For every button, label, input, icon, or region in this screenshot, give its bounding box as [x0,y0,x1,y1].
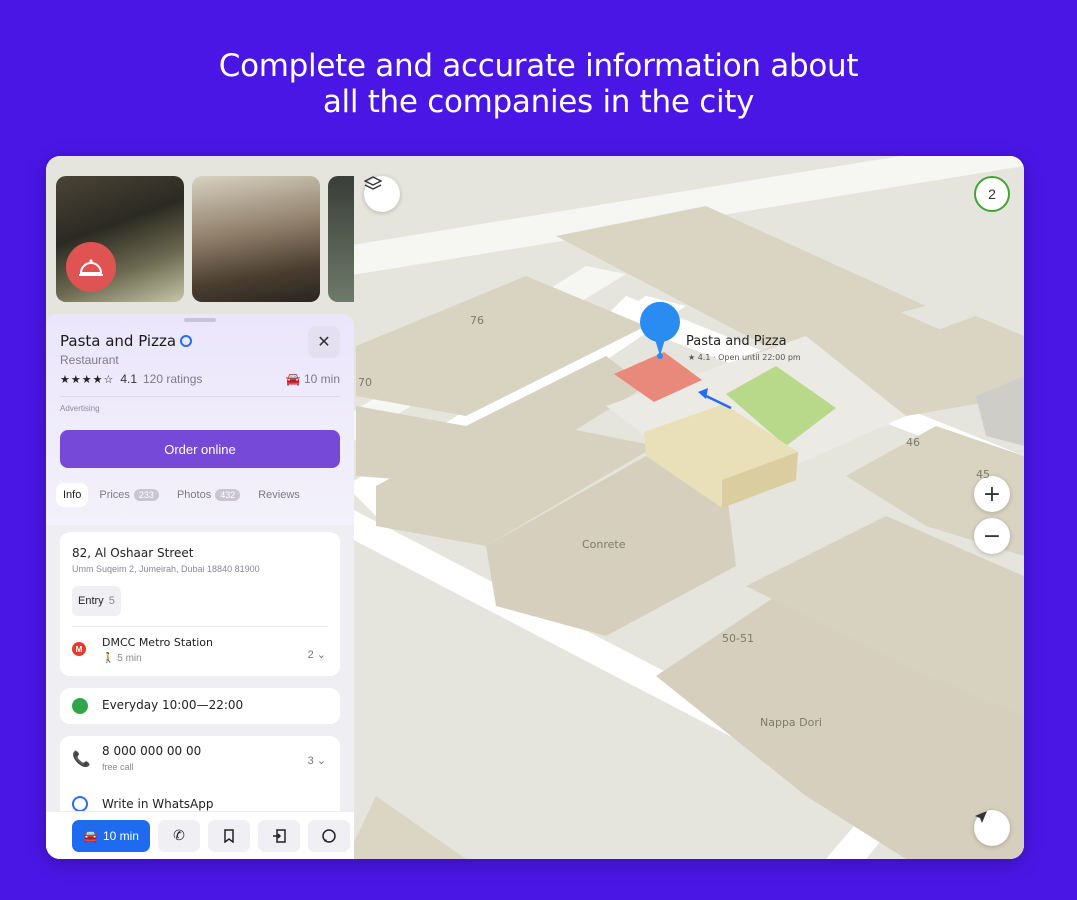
tab-reviews[interactable]: Reviews [251,483,307,507]
place-panel: Pasta and Pizza Restaurant ✕ ★★★★☆ 4.1 1… [46,156,354,859]
close-button[interactable]: ✕ [308,326,340,358]
walk-icon: 🚶 [102,653,115,664]
whatsapp-icon [322,828,336,843]
tab-label: Info [63,489,82,501]
metro-walk-time: 🚶 5 min [102,653,142,664]
metro-icon: M [72,642,86,656]
address[interactable]: 82, Al Oshaar Street [72,546,193,560]
chevron-down-icon: ⌄ [316,755,326,767]
tab-prices[interactable]: Prices 233 [92,483,166,507]
map-label: 76 [470,314,484,327]
whatsapp-button[interactable] [308,819,350,852]
rating-value: 4.1 [120,372,137,386]
divider [60,396,340,397]
route-time: 10 min [102,828,139,843]
bookmark-button[interactable] [208,819,250,852]
entrance-icon [273,828,286,843]
chevron-down-icon: ⌄ [316,649,326,661]
metro-more[interactable]: 2 ⌄ [308,648,326,661]
phone-count: 3 [307,755,314,767]
tab-photos[interactable]: Photos 432 [170,483,247,507]
metro-station[interactable]: DMCC Metro Station [102,636,213,649]
restaurant-icon [66,242,116,292]
phone-note: free call [102,762,134,772]
poi-name[interactable]: Pasta and Pizza [686,334,787,349]
tab-count: 233 [133,489,159,501]
place-title: Pasta and Pizza [60,332,193,350]
tab-bar: Info Prices 233 Photos 432 Reviews [56,480,307,510]
tab-label: Photos [176,489,212,501]
car-icon: 🚘 [83,828,98,843]
tab-label: Prices [99,489,130,501]
drive-time: 🚘 10 min [286,372,340,386]
tab-label: Reviews [258,489,300,501]
app-window: 2 + − 76 70 46 45 Conrete 50-51 Nappa Do… [46,156,1024,859]
headline: Complete and accurate information about … [0,48,1077,120]
hours-box[interactable]: Everyday 10:00—22:00 [60,688,340,724]
ratings-count: 120 ratings [143,372,203,386]
place-title-text: Pasta and Pizza [60,332,177,350]
metro-walk-value: 5 min [117,653,142,664]
poi-subtitle: ★ 4.1 · Open until 22:00 pm [688,353,801,362]
headline-line-1: Complete and accurate information about [218,48,859,84]
opening-hours: Everyday 10:00—22:00 [102,698,244,712]
place-category: Restaurant [60,353,119,367]
car-icon: 🚘 [285,372,301,386]
locate-button[interactable] [974,810,1010,846]
drive-time-value: 10 min [303,372,340,386]
photo-dish[interactable] [56,176,184,302]
navigation-arrow-icon [975,811,987,823]
route-button[interactable]: 🚘 10 min [72,819,150,852]
order-online-button[interactable]: Order online [60,430,340,468]
advertising-label: Advertising [60,404,100,413]
entrance-button[interactable] [258,819,300,852]
clock-icon [72,698,88,714]
zoom-out-button[interactable]: − [974,518,1010,554]
map-label: Nappa Dori [760,716,822,729]
headline-line-2: all the companies in the city [322,84,755,120]
rating-row[interactable]: ★★★★☆ 4.1 120 ratings [60,372,202,386]
phone-number[interactable]: 8 000 000 00 00 [102,744,201,758]
map-label: Conrete [582,538,626,551]
tab-info[interactable]: Info [56,483,89,507]
photo-strip[interactable] [56,176,354,302]
map-label: 50-51 [722,632,754,645]
photo-more[interactable] [328,176,354,302]
zoom-in-button[interactable]: + [974,476,1010,512]
whatsapp-icon [72,796,88,812]
notification-badge[interactable]: 2 [974,176,1010,212]
close-icon: ✕ [317,334,331,351]
bookmark-icon [224,828,234,843]
address-detail: Umm Suqeim 2, Jumeirah, Dubai 18840 8190… [72,564,260,574]
map-label: 46 [906,436,920,449]
divider [72,626,328,627]
call-button[interactable]: ✆ [158,819,200,852]
verified-icon [180,335,193,347]
whatsapp-link[interactable]: Write in WhatsApp [102,797,213,811]
layers-icon [364,176,382,190]
card-header: Pasta and Pizza Restaurant ✕ ★★★★☆ 4.1 1… [46,314,354,525]
photo-interior[interactable] [192,176,320,302]
map-label: 70 [358,376,372,389]
entry-button[interactable]: Entry 5 [72,586,121,616]
drag-handle[interactable] [184,318,216,322]
phone-more[interactable]: 3 ⌄ [308,754,326,767]
layers-button[interactable] [364,176,400,212]
map-label: 45 [976,468,990,481]
phone-icon: ✆ [173,827,185,843]
tab-count: 432 [215,489,241,501]
address-box: 82, Al Oshaar Street Umm Suqeim 2, Jumei… [60,532,340,676]
action-bar: 🚘 10 min ✆ [46,811,354,859]
metro-count: 2 [307,649,314,661]
phone-icon: 📞 [72,751,91,768]
rating-stars: ★★★★☆ [60,373,115,386]
entry-label: Entry [78,595,104,607]
entry-count: 5 [108,595,115,607]
